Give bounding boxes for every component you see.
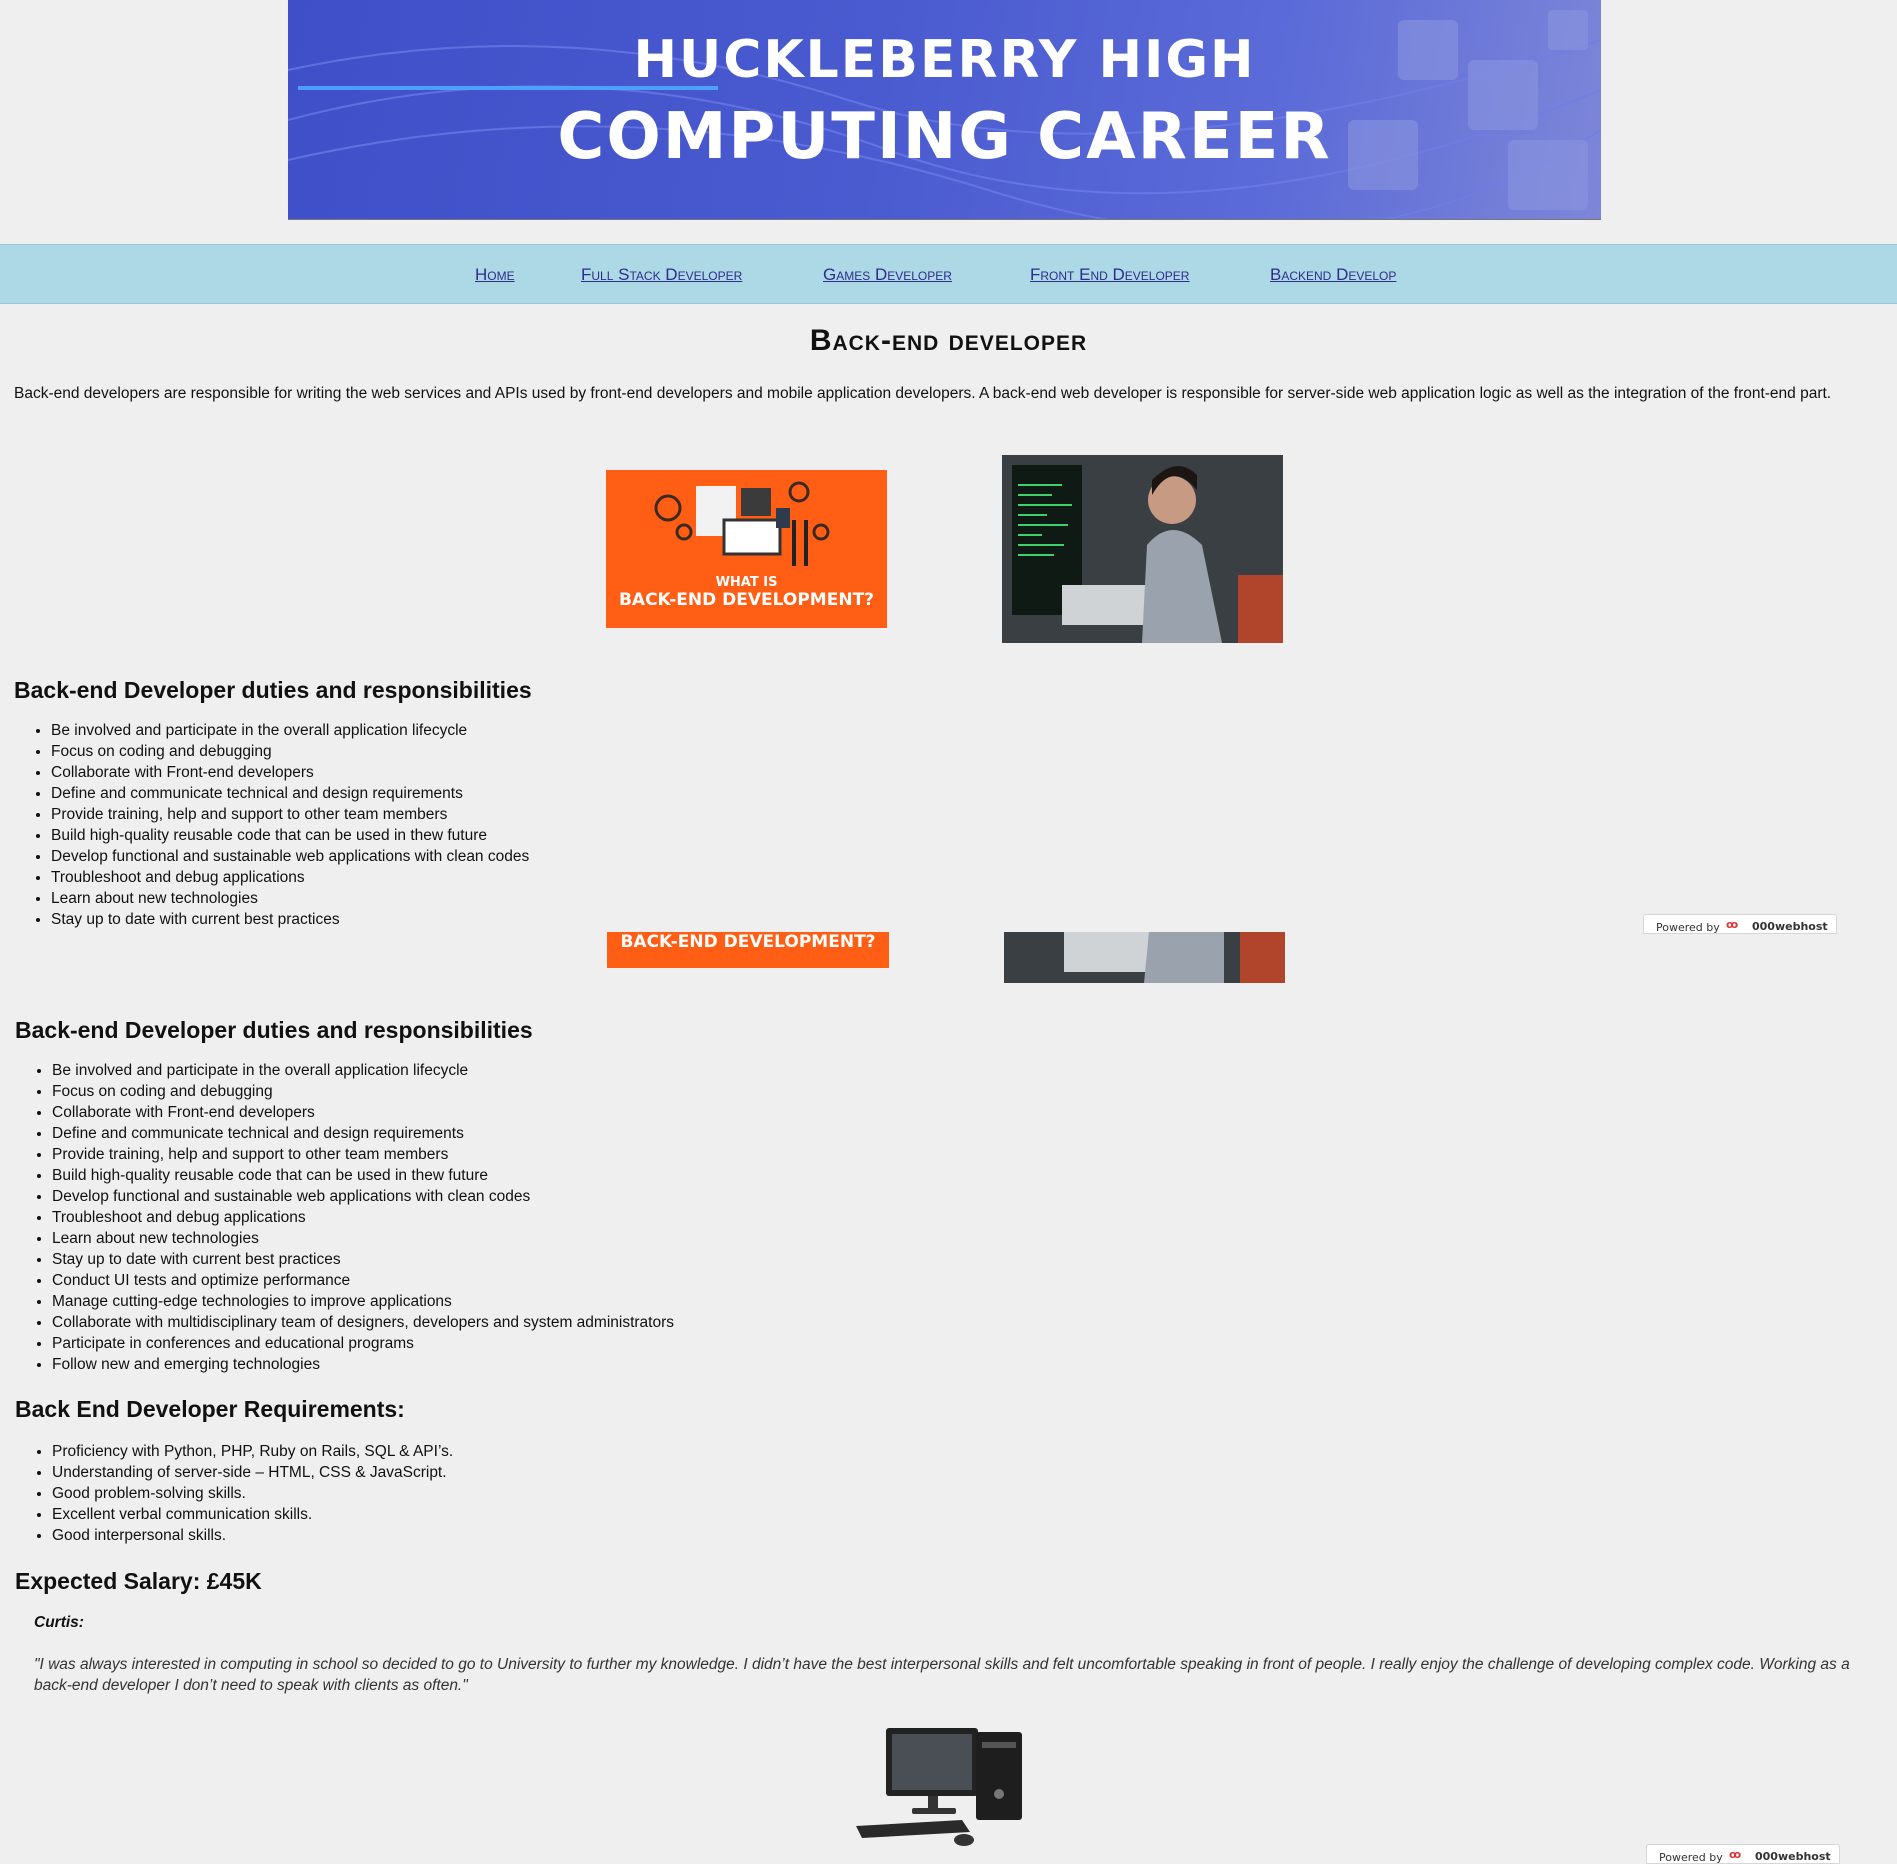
list-item: Conduct UI tests and optimize performanc… (52, 1270, 674, 1291)
page-title: Back-end developer (809, 324, 1088, 357)
list-item: Provide training, help and support to ot… (52, 1144, 674, 1165)
list-item: Focus on coding and debugging (51, 741, 529, 762)
list-item: Collaborate with multidisciplinary team … (52, 1312, 674, 1333)
list-item: Build high-quality reusable code that ca… (51, 825, 529, 846)
list-item: Learn about new technologies (52, 1228, 674, 1249)
list-item: Provide training, help and support to ot… (51, 804, 529, 825)
badge-powered-label: Powered by (1659, 1851, 1723, 1864)
image-caption-small: WHAT IS (715, 575, 778, 590)
list-item: Build high-quality reusable code that ca… (52, 1165, 674, 1186)
webhost-logo-icon: ꝏ (1729, 1848, 1742, 1861)
list-item: Learn about new technologies (51, 888, 529, 909)
nav-link-front-end[interactable]: Front End Developer (1030, 265, 1189, 285)
main-nav: Home Full Stack Developer Games Develope… (0, 244, 1897, 304)
list-item: Be involved and participate in the overa… (51, 720, 529, 741)
nav-link-backend[interactable]: Backend Develop (1270, 265, 1396, 285)
list-item: Manage cutting-edge technologies to impr… (52, 1291, 674, 1312)
list-item: Follow new and emerging technologies (52, 1354, 674, 1375)
duties-heading-2: Back-end Developer duties and responsibi… (15, 1017, 533, 1043)
list-item: Stay up to date with current best practi… (51, 909, 529, 930)
duties-heading: Back-end Developer duties and responsibi… (14, 677, 532, 703)
testimonial-quote: "I was always interested in computing in… (34, 1656, 1850, 1694)
requirements-list: Proficiency with Python, PHP, Ruby on Ra… (15, 1441, 453, 1546)
list-item: Focus on coding and debugging (52, 1081, 674, 1102)
badge-brand-label: 000webhost (1755, 1850, 1831, 1863)
list-item: Define and communicate technical and des… (51, 783, 529, 804)
list-item: Proficiency with Python, PHP, Ruby on Ra… (52, 1441, 453, 1462)
list-item: Stay up to date with current best practi… (52, 1249, 674, 1270)
duties-list: Be involved and participate in the overa… (14, 720, 529, 930)
list-item: Define and communicate technical and des… (52, 1123, 674, 1144)
developer-photo-strip (1004, 932, 1285, 983)
list-item: Troubleshoot and debug applications (51, 867, 529, 888)
list-item: Be involved and participate in the overa… (52, 1060, 674, 1081)
desktop-computer-icon (856, 1728, 1022, 1846)
list-item: Good problem-solving skills. (52, 1483, 453, 1504)
nav-link-home[interactable]: Home (475, 265, 515, 285)
webhost-logo-icon: ꝏ (1726, 918, 1739, 931)
developer-desk-strip-illustration (1004, 932, 1285, 983)
image-caption-big: BACK-END DEVELOPMENT? (618, 590, 875, 610)
intro-paragraph: Back-end developers are responsible for … (14, 385, 1832, 402)
list-item: Develop functional and sustainable web a… (51, 846, 529, 867)
badge-powered-label: Powered by (1656, 921, 1720, 934)
powered-by-badge[interactable]: Powered by ꝏ 000webhost (1643, 914, 1837, 934)
duties-list-2: Be involved and participate in the overa… (15, 1060, 674, 1375)
list-item: Participate in conferences and education… (52, 1333, 674, 1354)
requirements-heading: Back End Developer Requirements: (15, 1396, 405, 1422)
list-item: Collaborate with Front-end developers (51, 762, 529, 783)
badge-brand-label: 000webhost (1752, 920, 1828, 933)
list-item: Collaborate with Front-end developers (52, 1102, 674, 1123)
salary-heading: Expected Salary: £45K (15, 1568, 262, 1594)
nav-link-games[interactable]: Games Developer (823, 265, 952, 285)
developer-photo (1002, 455, 1283, 643)
powered-by-badge-2[interactable]: Powered by ꝏ 000webhost (1646, 1844, 1840, 1864)
site-banner: HUCKLEBERRY HIGH COMPUTING CAREER (288, 0, 1601, 220)
banner-line-1: HUCKLEBERRY HIGH (633, 30, 1256, 90)
testimonial-name: Curtis: (34, 1614, 84, 1631)
nav-link-full-stack[interactable]: Full Stack Developer (581, 265, 742, 285)
developer-at-desk-illustration (1002, 455, 1283, 643)
banner-line-2: COMPUTING CAREER (557, 100, 1332, 174)
image-caption-big-strip: BACK-END DEVELOPMENT? (620, 932, 876, 952)
list-item: Excellent verbal communication skills. (52, 1504, 453, 1525)
list-item: Develop functional and sustainable web a… (52, 1186, 674, 1207)
list-item: Troubleshoot and debug applications (52, 1207, 674, 1228)
backend-development-image: WHAT IS BACK-END DEVELOPMENT? (606, 470, 887, 628)
list-item: Understanding of server-side – HTML, CSS… (52, 1462, 453, 1483)
backend-development-image-strip: BACK-END DEVELOPMENT? (607, 932, 889, 968)
list-item: Good interpersonal skills. (52, 1525, 453, 1546)
